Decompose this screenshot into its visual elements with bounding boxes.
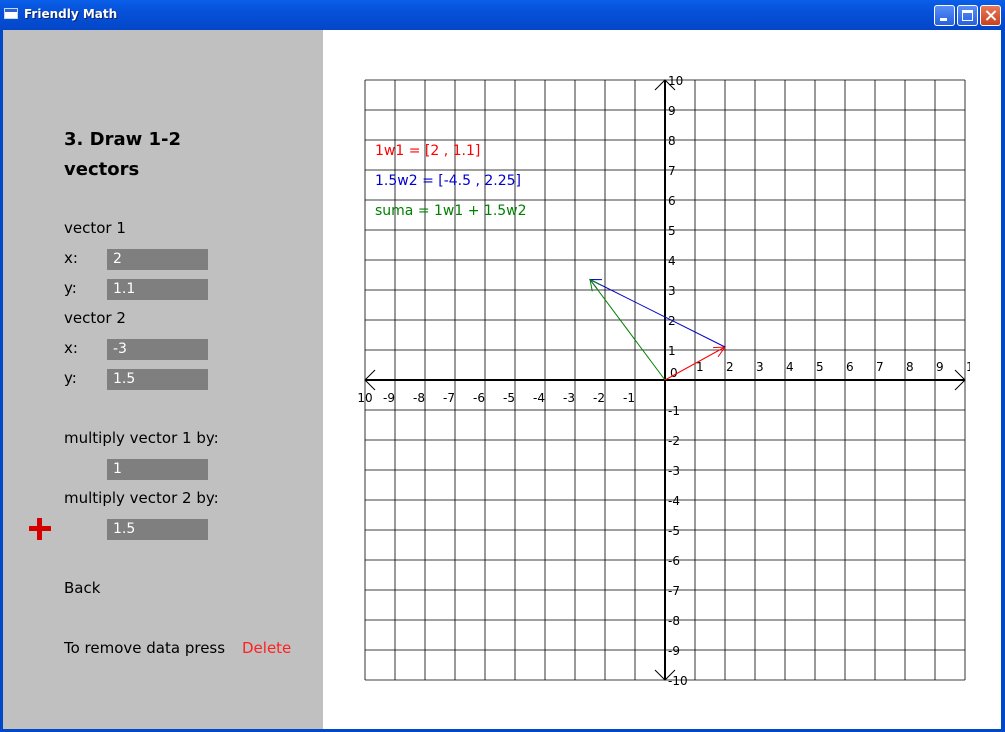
x-tick-label: -8 [413, 391, 425, 405]
x-tick-label: -7 [443, 391, 455, 405]
y-tick-label: -8 [668, 614, 680, 628]
x-tick-label: 5 [816, 360, 824, 374]
y-tick-label: 6 [668, 194, 676, 208]
x-tick-label: 9 [936, 360, 944, 374]
plus-icon[interactable] [29, 518, 51, 540]
vector2-y-input[interactable]: 1.5 [107, 369, 208, 390]
legend-entry: 1.5w2 = [-4.5 , 2.25] [375, 173, 521, 189]
delete-button[interactable]: Delete [242, 639, 291, 657]
y-tick-label: -6 [668, 554, 680, 568]
y-tick-label: -3 [668, 464, 680, 478]
y-tick-label: -5 [668, 524, 680, 538]
vector2-label: vector 2 [64, 309, 126, 327]
x-tick-label: 6 [846, 360, 854, 374]
multiply1-label: multiply vector 1 by: [64, 429, 219, 447]
back-button[interactable]: Back [64, 579, 100, 597]
vector1-x-input[interactable]: 2 [107, 249, 208, 270]
y-tick-label: -1 [668, 404, 680, 418]
x-tick-label: 3 [756, 360, 764, 374]
x-tick-label: 2 [726, 360, 734, 374]
y-tick-label: 10 [668, 75, 683, 88]
x-tick-label: -5 [503, 391, 515, 405]
vector2-y-label: y: [64, 369, 77, 387]
x-tick-label: 4 [786, 360, 794, 374]
y-tick-label: -7 [668, 584, 680, 598]
x-tick-label: 10 [966, 360, 970, 374]
y-tick-label: -9 [668, 644, 680, 658]
title-bar[interactable]: Friendly Math [0, 0, 1005, 30]
x-tick-label: -9 [383, 391, 395, 405]
panel-heading-line1: 3. Draw 1-2 [64, 129, 182, 150]
control-panel: 3. Draw 1-2 vectors vector 1 x: 2 y: 1.1… [3, 30, 323, 729]
remove-data-hint: To remove data press [64, 639, 226, 657]
minimize-button[interactable] [934, 5, 955, 26]
vector1-y-input[interactable]: 1.1 [107, 279, 208, 300]
vector-suma-line [589, 279, 666, 381]
x-tick-label: -10 [358, 391, 373, 405]
y-tick-label: 9 [668, 104, 676, 118]
vector1-x-label: x: [64, 249, 78, 267]
app-window: Friendly Math 3. Draw 1-2 vectors vector… [0, 0, 1005, 732]
multiply1-input[interactable]: 1 [107, 459, 208, 480]
x-tick-label: -2 [593, 391, 605, 405]
maximize-button[interactable] [957, 5, 978, 26]
multiply2-input[interactable]: 1.5 [107, 519, 208, 540]
y-tick-label: 2 [668, 314, 676, 328]
y-tick-label: 7 [668, 164, 676, 178]
vector2-x-label: x: [64, 339, 78, 357]
close-button[interactable] [980, 5, 1001, 26]
multiply2-label: multiply vector 2 by: [64, 489, 219, 507]
client-area: 3. Draw 1-2 vectors vector 1 x: 2 y: 1.1… [3, 30, 1001, 729]
legend-entry: 1w1 = [2 , 1.1] [375, 143, 480, 159]
vector2-x-input[interactable]: -3 [107, 339, 208, 360]
y-tick-label: 5 [668, 224, 676, 238]
x-tick-label: 0 [670, 366, 678, 380]
y-tick-label: -4 [668, 494, 680, 508]
legend-entry: suma = 1w1 + 1.5w2 [375, 203, 527, 219]
x-tick-label: -6 [473, 391, 485, 405]
x-tick-label: -4 [533, 391, 545, 405]
x-tick-label: -1 [623, 391, 635, 405]
y-tick-label: -2 [668, 434, 680, 448]
panel-heading-line2: vectors [64, 159, 140, 180]
app-window-icon [4, 8, 18, 19]
vector1-y-label: y: [64, 279, 77, 297]
y-tick-label: 3 [668, 284, 676, 298]
y-tick-label: 8 [668, 134, 676, 148]
y-tick-label: 4 [668, 254, 676, 268]
window-title: Friendly Math [24, 7, 118, 21]
vector-graph[interactable]: -10-9-8-7-6-5-4-3-2-10123456789101098765… [353, 74, 981, 688]
x-tick-label: -3 [563, 391, 575, 405]
y-tick-label: -10 [668, 674, 688, 685]
vector1-label: vector 1 [64, 219, 126, 237]
x-tick-label: 8 [906, 360, 914, 374]
graph-canvas: -10-9-8-7-6-5-4-3-2-10123456789101098765… [353, 74, 981, 688]
x-tick-label: 7 [876, 360, 884, 374]
y-tick-label: 1 [668, 344, 676, 358]
